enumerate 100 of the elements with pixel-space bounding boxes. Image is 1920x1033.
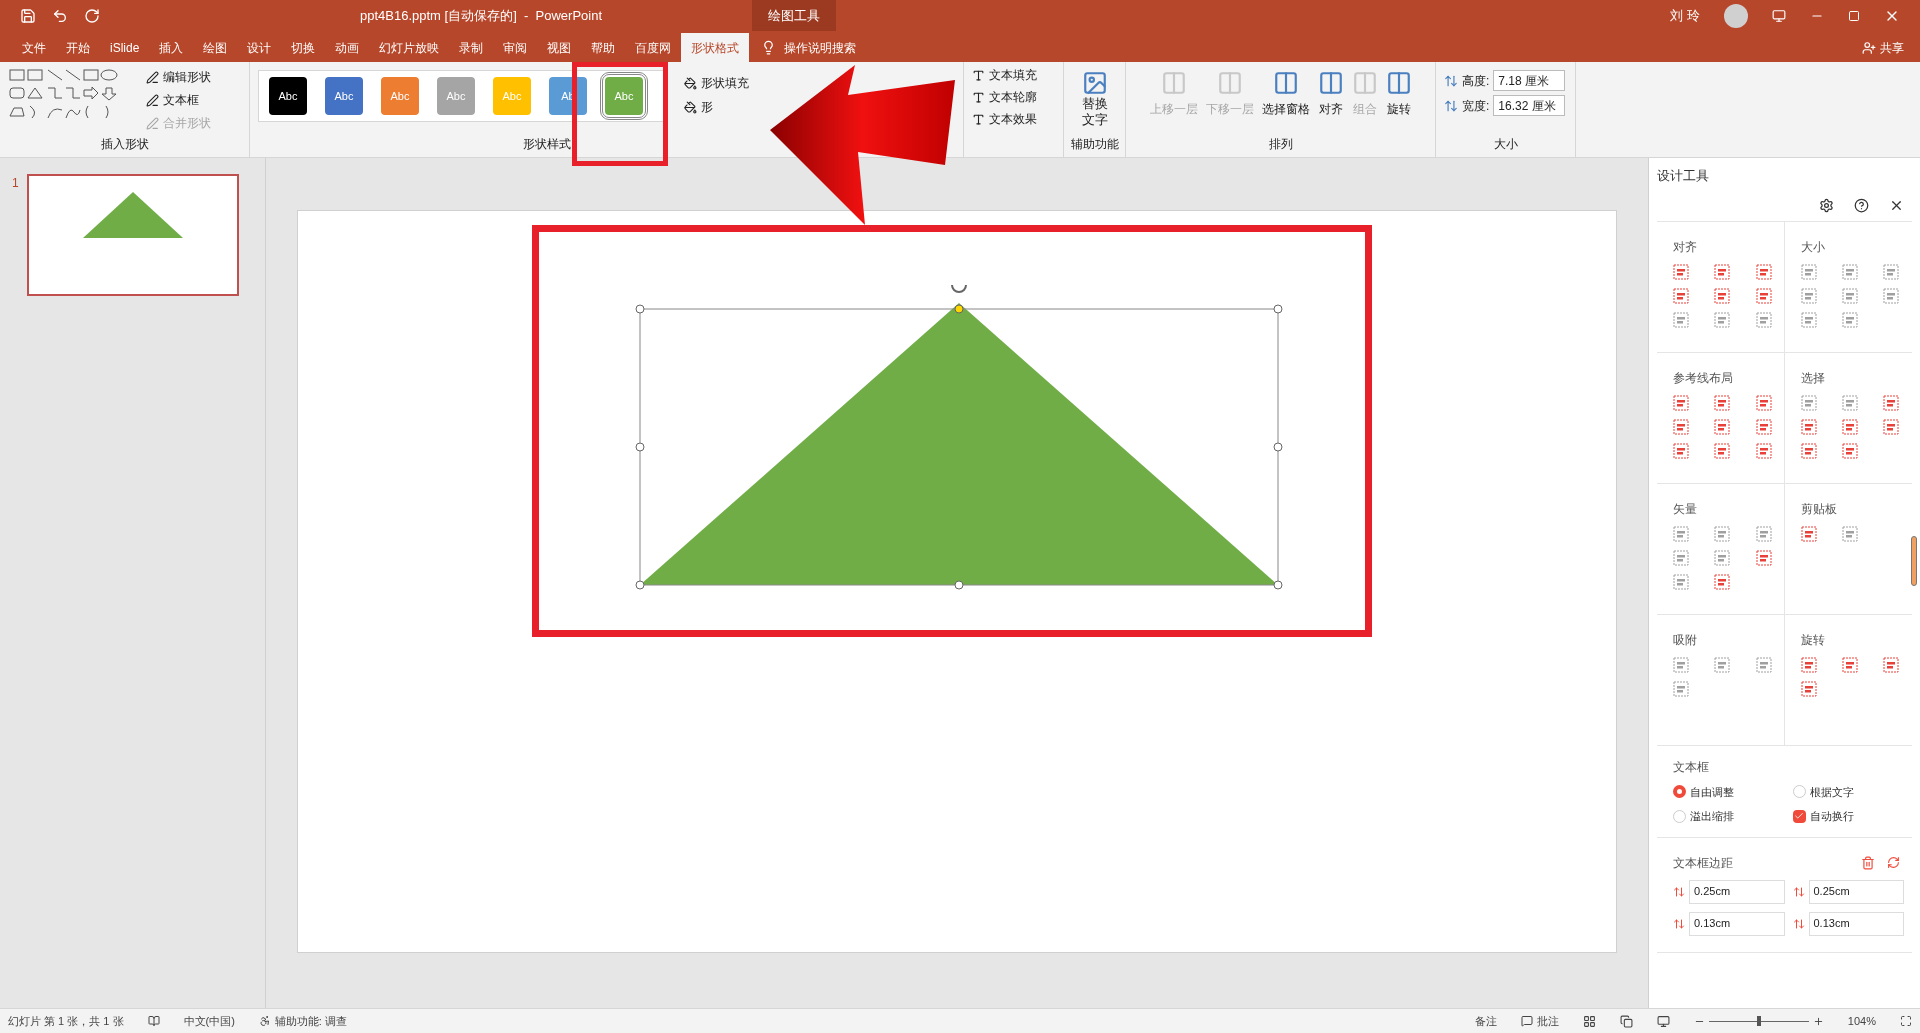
add-person-icon xyxy=(1862,40,1876,55)
bars-icon[interactable] xyxy=(1800,680,1817,697)
bars-icon[interactable] xyxy=(1800,418,1817,435)
bars-icon[interactable] xyxy=(1714,573,1731,590)
bars-icon[interactable] xyxy=(1841,656,1858,673)
ribbon-tab[interactable]: 切换 xyxy=(281,33,326,62)
reset-icon[interactable] xyxy=(1887,856,1900,869)
settings-icon[interactable] xyxy=(1819,197,1834,213)
ribbon-button[interactable]: 形状填充 xyxy=(684,74,749,92)
size-field[interactable]: 7.18 厘米 xyxy=(1493,70,1566,91)
margin-field[interactable]: 0.13cm xyxy=(1689,911,1785,936)
slide-info: 幻灯片 第 1 张，共 1 张 xyxy=(8,1013,124,1029)
alt-text-button[interactable]: 替换文字 xyxy=(1076,70,1113,129)
bars-icon[interactable] xyxy=(1841,442,1858,459)
ribbon-button[interactable]: 文本轮廓 xyxy=(972,88,1055,106)
slideshow-icon[interactable] xyxy=(1656,1014,1670,1028)
normal-view-icon[interactable] xyxy=(1582,1014,1596,1028)
bars-icon[interactable] xyxy=(1755,287,1772,304)
ribbon-button[interactable]: 文本填充 xyxy=(972,66,1055,84)
margin-icon xyxy=(1673,885,1685,898)
ribbon-tab[interactable]: 视图 xyxy=(537,33,582,62)
share-button[interactable]: 共享 xyxy=(1862,33,1904,62)
trash-icon[interactable] xyxy=(1861,855,1875,870)
margin-field[interactable]: 0.25cm xyxy=(1808,879,1904,904)
ribbon-button[interactable]: 文本框 xyxy=(146,91,211,109)
ribbon-tab[interactable]: 绘图 xyxy=(193,33,238,62)
bars-icon[interactable] xyxy=(1883,656,1900,673)
bars-icon[interactable] xyxy=(1755,549,1772,566)
ribbon-tab[interactable]: 动画 xyxy=(325,33,370,62)
ribbon-tab[interactable]: 帮助 xyxy=(581,33,626,62)
ribbon-tab[interactable]: 百度网 xyxy=(625,33,682,62)
ribbon-tab[interactable]: 录制 xyxy=(449,33,494,62)
zoom-in-icon[interactable] xyxy=(1812,1015,1824,1027)
ribbon-button[interactable]: 编辑形状 xyxy=(146,68,211,86)
bars-icon[interactable] xyxy=(1755,394,1772,411)
comments-button[interactable]: 批注 xyxy=(1520,1012,1559,1030)
bars-icon[interactable] xyxy=(1714,418,1731,435)
maximize-icon[interactable] xyxy=(1848,9,1860,22)
sorter-view-icon[interactable] xyxy=(1619,1014,1633,1028)
bars-icon[interactable] xyxy=(1714,263,1731,280)
avatar-icon[interactable] xyxy=(1724,3,1748,28)
style-swatch[interactable]: Abc xyxy=(325,77,363,115)
ribbon-button[interactable]: 文本效果 xyxy=(972,110,1055,128)
ribbon-button[interactable]: 选择窗格 xyxy=(1259,70,1312,118)
bars-icon[interactable] xyxy=(1673,394,1689,411)
bars-icon[interactable] xyxy=(1755,418,1772,435)
ribbon-tab[interactable]: 设计 xyxy=(237,33,282,62)
bars-icon[interactable] xyxy=(1800,442,1817,459)
notes-button[interactable]: 备注 xyxy=(1474,1012,1497,1030)
save-icon[interactable] xyxy=(20,7,36,24)
bars-icon[interactable] xyxy=(1714,287,1731,304)
bars-icon[interactable] xyxy=(1883,418,1900,435)
accessibility-status[interactable]: 辅助功能: 调查 xyxy=(258,1012,347,1030)
ribbon-button[interactable]: 对齐 xyxy=(1315,70,1346,118)
ribbon-tab[interactable]: 插入 xyxy=(149,33,194,62)
margin-icon xyxy=(1792,917,1805,930)
bars-icon[interactable] xyxy=(1800,656,1817,673)
ribbon-tab[interactable]: 形状格式 xyxy=(681,33,750,62)
panel-title: 设计工具 xyxy=(1657,167,1710,185)
checkbox[interactable] xyxy=(1792,809,1806,823)
bars-icon[interactable] xyxy=(1673,287,1689,304)
ribbon-tab[interactable]: iSlide xyxy=(100,33,150,62)
bars-icon[interactable] xyxy=(1800,525,1817,542)
panels-icon xyxy=(1160,70,1187,96)
ribbon-tab[interactable]: 审阅 xyxy=(493,33,538,62)
bars-icon[interactable] xyxy=(1841,418,1858,435)
bars-icon[interactable] xyxy=(1714,394,1731,411)
redo-icon[interactable] xyxy=(84,7,100,24)
bars-icon[interactable] xyxy=(1755,263,1772,280)
undo-icon[interactable] xyxy=(52,7,68,24)
fit-window-icon[interactable] xyxy=(1900,1015,1912,1027)
ribbon-button[interactable]: 旋转 xyxy=(1383,70,1414,118)
ribbon-tab[interactable]: 文件 xyxy=(12,33,56,62)
slide-thumbnail[interactable] xyxy=(26,174,239,296)
bars-icon[interactable] xyxy=(1883,394,1900,411)
ribbon-button[interactable]: 形 xyxy=(684,98,749,116)
margin-field[interactable]: 0.13cm xyxy=(1808,911,1904,936)
ribbon-tab[interactable]: 开始 xyxy=(56,33,100,62)
size-field[interactable]: 16.32 厘米 xyxy=(1493,95,1566,116)
tell-me-search[interactable]: 操作说明搜索 xyxy=(784,38,857,57)
bars-icon[interactable] xyxy=(1755,442,1772,459)
group-label: 形状样式 xyxy=(522,136,572,153)
help-icon[interactable] xyxy=(1854,197,1869,213)
bars-icon[interactable] xyxy=(1673,418,1689,435)
zoom-level[interactable]: 104% xyxy=(1847,1012,1876,1030)
bars-icon[interactable] xyxy=(1673,263,1689,280)
language-label[interactable]: 中文(中国) xyxy=(183,1012,235,1030)
ribbon-tab[interactable]: 幻灯片放映 xyxy=(369,33,450,62)
spellcheck-icon[interactable] xyxy=(147,1015,160,1027)
style-swatch[interactable]: Abc xyxy=(269,77,307,115)
bars-icon[interactable] xyxy=(1714,442,1731,459)
display-options-icon[interactable] xyxy=(1772,8,1786,23)
margin-field[interactable]: 0.25cm xyxy=(1689,879,1785,904)
paint-bucket-icon xyxy=(684,76,697,90)
bars-icon[interactable] xyxy=(1673,442,1689,459)
slider-thumb[interactable] xyxy=(1756,1015,1761,1026)
radio-button[interactable] xyxy=(1673,785,1686,799)
section-title: 剪贴板 xyxy=(1800,501,1837,516)
scrollbar[interactable] xyxy=(1911,536,1917,586)
style-swatch[interactable]: Abc xyxy=(381,77,419,115)
